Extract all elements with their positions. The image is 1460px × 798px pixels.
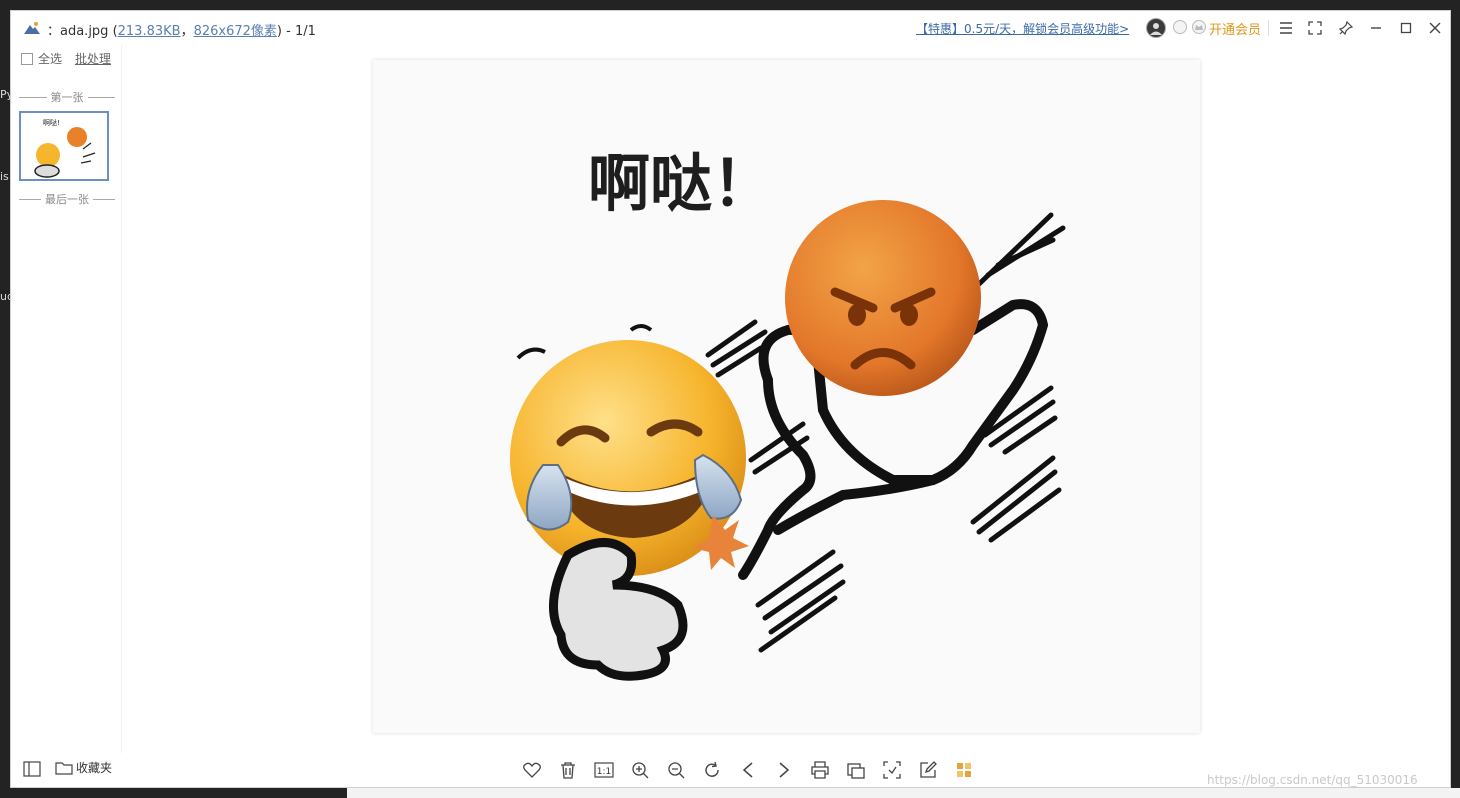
image-thumbnail[interactable]: 啊哒! [19, 111, 109, 181]
zoom-in-icon[interactable] [629, 759, 651, 781]
page-counter: ) - 1/1 [276, 24, 316, 39]
menu-icon[interactable] [1275, 17, 1297, 39]
thumb-caption: 啊哒! [43, 118, 60, 127]
favorites-label: 收藏夹 [76, 761, 113, 775]
actual-size-label: 1:1 [597, 767, 611, 777]
actual-size-icon[interactable]: 1:1 [593, 759, 615, 781]
close-icon[interactable] [1424, 17, 1446, 39]
checkbox-box[interactable] [21, 52, 33, 65]
title-divider [1268, 20, 1269, 36]
edit-icon[interactable] [917, 759, 939, 781]
folder-icon [55, 761, 73, 775]
sidebar-toggle-icon[interactable] [23, 761, 41, 777]
trash-icon[interactable] [557, 759, 579, 781]
favorites-button[interactable]: 收藏夹 [55, 759, 112, 776]
last-image-divider: 最后一张 [19, 191, 115, 207]
image-caption: 啊哒！ [588, 147, 774, 220]
angry-emoji [785, 200, 981, 396]
desktop-strip [347, 788, 1460, 798]
user-avatar[interactable] [1146, 18, 1166, 38]
bottom-toolbar: 收藏夹 1:1 https://blog.csdn.net/qq_5103001… [11, 753, 1450, 787]
first-image-label: 第一张 [50, 91, 84, 104]
next-icon[interactable] [773, 759, 795, 781]
maximize-icon[interactable] [1395, 17, 1417, 39]
select-all-label: 全选 [38, 52, 63, 66]
image-viewer-window: ：ada.jpg (213.83KB，826x672像素) - 1/1 【特惠】… [10, 10, 1451, 788]
crop-icon[interactable] [881, 759, 903, 781]
last-image-label: 最后一张 [45, 193, 89, 206]
vip-crown-icon [1192, 20, 1206, 34]
print-icon[interactable] [809, 759, 831, 781]
file-size-link[interactable]: 213.83KB [118, 24, 181, 39]
dimensions-link[interactable]: 826x672像素 [194, 24, 277, 39]
app-logo-icon [23, 20, 41, 36]
fullscreen-icon[interactable] [1304, 17, 1326, 39]
promo-link[interactable]: 【特惠】0.5元/天，解锁会员高级功能> [916, 20, 1129, 37]
first-image-divider: 第一张 [19, 89, 115, 105]
rotate-icon[interactable] [701, 759, 723, 781]
desktop-icon-fragment: is [0, 170, 9, 183]
apps-icon[interactable] [953, 759, 975, 781]
select-all-checkbox[interactable]: 全选 [21, 50, 62, 67]
file-name: ：ada.jpg ( [47, 24, 118, 39]
copy-icon[interactable] [845, 759, 867, 781]
vip-level-icon[interactable] [1173, 20, 1187, 34]
pin-icon[interactable] [1335, 17, 1357, 39]
minimize-icon[interactable] [1365, 17, 1387, 39]
desktop-icon-fragment: Py [0, 88, 10, 101]
title-bar: ：ada.jpg (213.83KB，826x672像素) - 1/1 【特惠】… [11, 11, 1450, 45]
image-canvas[interactable]: 啊哒！ [373, 60, 1200, 733]
batch-process-link[interactable]: 批处理 [75, 50, 111, 67]
title-separator: ， [180, 24, 194, 39]
open-vip-button[interactable]: 开通会员 [1209, 19, 1261, 38]
zoom-out-icon[interactable] [665, 759, 687, 781]
tool-buttons: 1:1 [521, 759, 975, 781]
window-title: ：ada.jpg (213.83KB，826x672像素) - 1/1 [47, 20, 316, 39]
watermark-text: https://blog.csdn.net/qq_51030016 [1207, 773, 1418, 787]
prev-icon[interactable] [737, 759, 759, 781]
desktop-icon-fragment: ud [0, 290, 10, 303]
thumbnail-panel: 全选 批处理 第一张 啊哒! 最后一张 [11, 45, 122, 753]
heart-icon[interactable] [521, 759, 543, 781]
